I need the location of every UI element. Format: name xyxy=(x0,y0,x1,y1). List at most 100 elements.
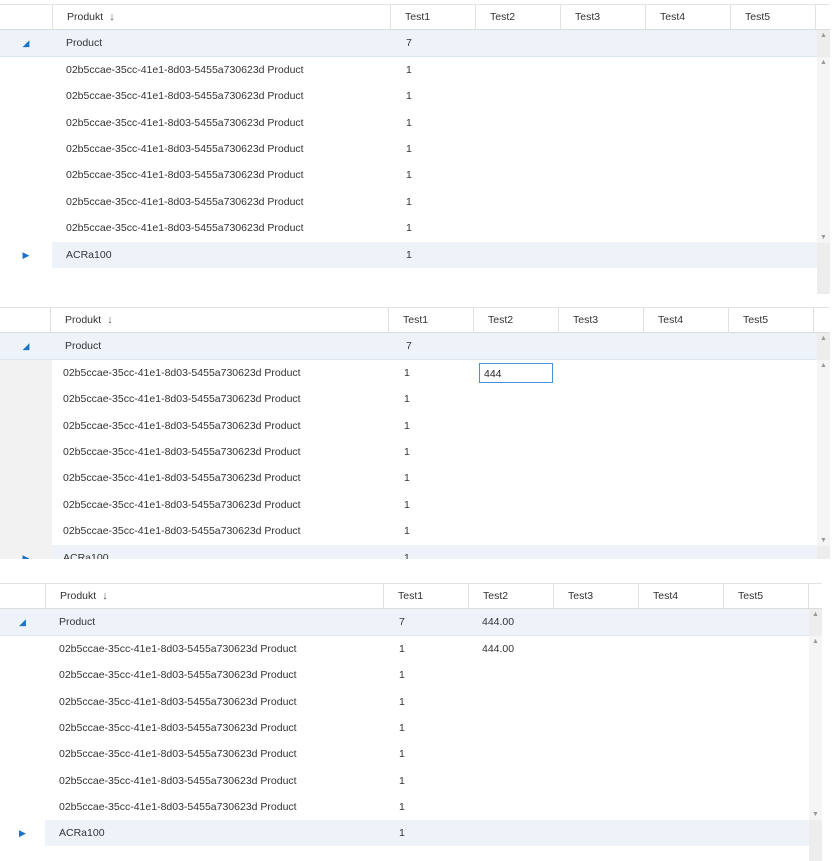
test1-cell[interactable]: 1 xyxy=(383,801,468,813)
group-row-product[interactable]: ◢ Product 7 xyxy=(0,30,830,57)
header-test5[interactable]: Test5 xyxy=(724,584,809,608)
table-row[interactable]: 02b5ccae-35cc-41e1-8d03-5455a730623d Pro… xyxy=(0,768,822,794)
test1-cell[interactable]: 1 xyxy=(390,196,475,208)
table-row[interactable]: 02b5ccae-35cc-41e1-8d03-5455a730623d Pro… xyxy=(0,636,822,662)
product-cell: 02b5ccae-35cc-41e1-8d03-5455a730623d Pro… xyxy=(63,472,301,484)
test1-cell[interactable]: 1 xyxy=(390,472,475,484)
group-count: 7 xyxy=(406,340,412,352)
table-row[interactable]: 02b5ccae-35cc-41e1-8d03-5455a730623d Pro… xyxy=(0,741,822,767)
table-row-editing[interactable]: 02b5ccae-35cc-41e1-8d03-5455a730623d Pro… xyxy=(0,360,830,386)
sort-arrow-down-icon: ↓ xyxy=(107,314,113,326)
header-produkt[interactable]: Produkt ↓ xyxy=(53,5,391,29)
header-test4[interactable]: Test4 xyxy=(646,5,731,29)
scroll-down-icon[interactable]: ▼ xyxy=(820,234,827,241)
test1-cell[interactable]: 1 xyxy=(390,367,475,379)
table-row[interactable]: 02b5ccae-35cc-41e1-8d03-5455a730623d Pro… xyxy=(0,689,822,715)
test1-cell[interactable]: 1 xyxy=(390,143,475,155)
table-row[interactable]: 02b5ccae-35cc-41e1-8d03-5455a730623d Pro… xyxy=(0,439,830,465)
table-row[interactable]: 02b5ccae-35cc-41e1-8d03-5455a730623d Pro… xyxy=(0,715,822,741)
expand-triangle-icon[interactable]: ▶ xyxy=(0,250,52,261)
product-cell: 02b5ccae-35cc-41e1-8d03-5455a730623d Pro… xyxy=(59,748,297,760)
test1-cell[interactable]: 1 xyxy=(390,420,475,432)
product-cell: 02b5ccae-35cc-41e1-8d03-5455a730623d Pro… xyxy=(59,801,297,813)
product-cell: 02b5ccae-35cc-41e1-8d03-5455a730623d Pro… xyxy=(63,420,301,432)
test1-cell[interactable]: 1 xyxy=(390,169,475,181)
product-cell: 02b5ccae-35cc-41e1-8d03-5455a730623d Pro… xyxy=(63,393,301,405)
test1-cell[interactable]: 1 xyxy=(383,696,468,708)
scroll-down-icon[interactable]: ▼ xyxy=(812,811,819,818)
scroll-up-icon[interactable]: ▲ xyxy=(812,638,819,645)
group-row-product[interactable]: ◢ Product 7 xyxy=(0,333,830,360)
table-row[interactable]: 02b5ccae-35cc-41e1-8d03-5455a730623d Pro… xyxy=(0,162,830,188)
scroll-up-icon[interactable]: ▲ xyxy=(820,335,827,342)
header-test2[interactable]: Test2 xyxy=(469,584,554,608)
vertical-scrollbar-inner[interactable]: ▲ ▼ xyxy=(817,360,830,546)
group-count: 7 xyxy=(399,616,405,628)
header-test1[interactable]: Test1 xyxy=(391,5,476,29)
vertical-scrollbar-inner[interactable]: ▲ ▼ xyxy=(817,57,830,243)
test1-cell[interactable]: 1 xyxy=(390,499,475,511)
scroll-up-icon[interactable]: ▲ xyxy=(820,32,827,39)
scroll-up-icon[interactable]: ▲ xyxy=(812,611,819,618)
header-spacer xyxy=(0,584,46,608)
test1-cell[interactable]: 1 xyxy=(383,775,468,787)
group-row-acra100[interactable]: ▶ ACRa100 1 xyxy=(0,242,830,268)
header-test5[interactable]: Test5 xyxy=(729,308,814,332)
scroll-up-icon[interactable]: ▲ xyxy=(820,59,827,66)
test1-cell[interactable]: 1 xyxy=(390,222,475,234)
test1-cell[interactable]: 1 xyxy=(390,446,475,458)
header-test2[interactable]: Test2 xyxy=(474,308,559,332)
product-cell: 02b5ccae-35cc-41e1-8d03-5455a730623d Pro… xyxy=(66,169,304,181)
vertical-scrollbar-inner[interactable]: ▲ ▼ xyxy=(809,636,822,820)
group-row-product[interactable]: ◢ Product 7 444.00 xyxy=(0,609,822,636)
group-count: 1 xyxy=(390,545,830,559)
table-row[interactable]: 02b5ccae-35cc-41e1-8d03-5455a730623d Pro… xyxy=(0,518,830,544)
test1-cell[interactable]: 1 xyxy=(390,117,475,129)
collapse-triangle-icon[interactable]: ◢ xyxy=(0,341,52,352)
group-label: ACRa100 xyxy=(45,820,383,846)
collapse-triangle-icon[interactable]: ◢ xyxy=(0,617,45,628)
test2-cell[interactable]: 444.00 xyxy=(468,643,553,655)
table-row[interactable]: 02b5ccae-35cc-41e1-8d03-5455a730623d Pro… xyxy=(0,110,830,136)
test1-cell[interactable]: 1 xyxy=(390,525,475,537)
test1-cell[interactable]: 1 xyxy=(390,90,475,102)
collapse-triangle-icon[interactable]: ◢ xyxy=(0,38,52,49)
test1-cell[interactable]: 1 xyxy=(390,64,475,76)
table-row[interactable]: 02b5ccae-35cc-41e1-8d03-5455a730623d Pro… xyxy=(0,189,830,215)
header-test4[interactable]: Test4 xyxy=(639,584,724,608)
header-test1[interactable]: Test1 xyxy=(384,584,469,608)
table-row[interactable]: 02b5ccae-35cc-41e1-8d03-5455a730623d Pro… xyxy=(0,794,822,820)
test1-cell[interactable]: 1 xyxy=(383,643,468,655)
test1-cell[interactable]: 1 xyxy=(383,669,468,681)
group-row-acra100[interactable]: ▶ ACRa100 1 xyxy=(0,820,822,846)
header-test2[interactable]: Test2 xyxy=(476,5,561,29)
table-row[interactable]: 02b5ccae-35cc-41e1-8d03-5455a730623d Pro… xyxy=(0,215,830,241)
table-row[interactable]: 02b5ccae-35cc-41e1-8d03-5455a730623d Pro… xyxy=(0,386,830,412)
table-row[interactable]: 02b5ccae-35cc-41e1-8d03-5455a730623d Pro… xyxy=(0,662,822,688)
table-row[interactable]: 02b5ccae-35cc-41e1-8d03-5455a730623d Pro… xyxy=(0,492,830,518)
table-row[interactable]: 02b5ccae-35cc-41e1-8d03-5455a730623d Pro… xyxy=(0,465,830,491)
header-test3[interactable]: Test3 xyxy=(554,584,639,608)
test1-cell[interactable]: 1 xyxy=(383,748,468,760)
scroll-up-icon[interactable]: ▲ xyxy=(820,362,827,369)
header-test3[interactable]: Test3 xyxy=(561,5,646,29)
header-test1[interactable]: Test1 xyxy=(389,308,474,332)
test1-cell[interactable]: 1 xyxy=(390,393,475,405)
header-test3[interactable]: Test3 xyxy=(559,308,644,332)
header-produkt[interactable]: Produkt ↓ xyxy=(46,584,384,608)
test1-cell[interactable]: 1 xyxy=(383,722,468,734)
group-label: ACRa100 xyxy=(52,242,390,268)
table-row[interactable]: 02b5ccae-35cc-41e1-8d03-5455a730623d Pro… xyxy=(0,57,830,83)
header-test5[interactable]: Test5 xyxy=(731,5,816,29)
group-row-acra100[interactable]: ▶ ACRa100 1 xyxy=(0,545,830,559)
header-produkt[interactable]: Produkt ↓ xyxy=(51,308,389,332)
test2-edit-input[interactable]: 444 xyxy=(479,363,553,383)
table-row[interactable]: 02b5ccae-35cc-41e1-8d03-5455a730623d Pro… xyxy=(0,83,830,109)
table-row[interactable]: 02b5ccae-35cc-41e1-8d03-5455a730623d Pro… xyxy=(0,136,830,162)
header-test4[interactable]: Test4 xyxy=(644,308,729,332)
scroll-down-icon[interactable]: ▼ xyxy=(820,537,827,544)
expand-triangle-icon[interactable]: ▶ xyxy=(0,828,45,839)
expand-triangle-icon[interactable]: ▶ xyxy=(0,553,52,560)
group-count: 1 xyxy=(390,242,830,268)
table-row[interactable]: 02b5ccae-35cc-41e1-8d03-5455a730623d Pro… xyxy=(0,413,830,439)
